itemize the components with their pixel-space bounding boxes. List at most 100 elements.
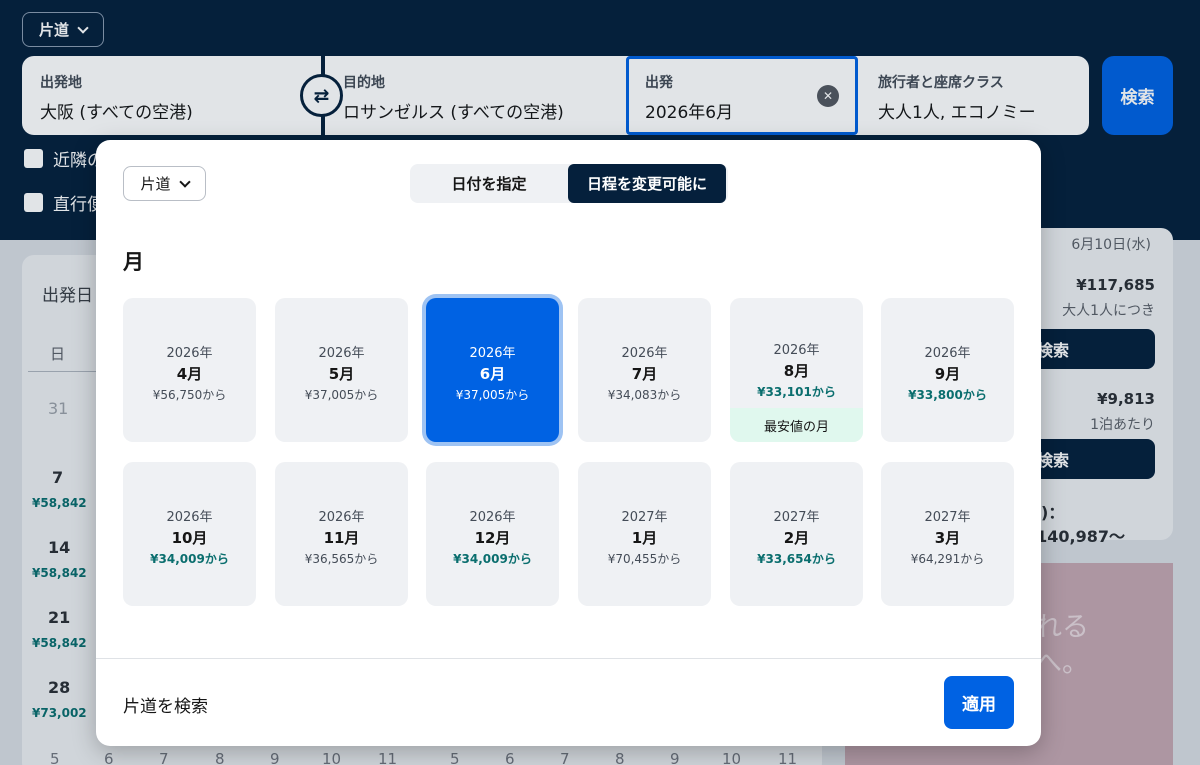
depart-label: 出発 [645,75,673,91]
month-name: 2月 [783,529,810,547]
banner-text: れる [1035,612,1089,643]
divider [96,658,1041,659]
per-night-label: 1泊あたり [1090,417,1155,433]
hotel-price: ¥9,813 [1097,390,1155,408]
summary-date: 6月10日(水) [1071,237,1151,253]
travellers-value: 大人1人, エコノミー [878,103,1036,123]
origin-value: 大阪 (すべての空港) [40,103,193,123]
search-button[interactable]: 検索 [1102,56,1173,135]
calendar-price: ¥73,002 [32,706,87,720]
month-year: 2026年 [469,346,516,361]
month-option[interactable]: 2026年 10月 ¥34,009から [123,462,256,606]
calendar-day: 7 [560,750,570,765]
month-price: ¥33,654から [757,552,836,566]
direct-only-option[interactable]: 直行便 [24,190,104,215]
clear-icon[interactable]: ✕ [817,85,839,107]
month-price: ¥34,083から [607,388,682,402]
travellers-field[interactable]: 旅行者と座席クラス 大人1人, エコノミー [860,56,1089,135]
month-name: 6月 [479,365,506,383]
banner-text: へ。 [1035,648,1089,679]
calendar-day: 10 [722,750,742,765]
month-option[interactable]: 2027年 2月 ¥33,654から [730,462,863,606]
calendar-day: 8 [615,750,625,765]
month-name: 5月 [328,365,355,383]
cheapest-month-badge: 最安値の月 [730,408,863,442]
depart-value: 2026年6月 [645,103,734,123]
month-option[interactable]: 2026年 9月 ¥33,800から [881,298,1014,442]
month-name: 1月 [631,529,658,547]
flight-price: ¥117,685 [1076,276,1155,294]
section-title: 月 [123,250,144,274]
calendar-price: ¥58,842 [32,636,87,650]
chevron-down-icon [178,175,191,188]
calendar-day[interactable]: 28 [48,678,70,697]
price-summary-panel: 6月10日(水) ¥117,685 大人1人につき 検索 ¥9,813 1泊あた… [1025,228,1173,546]
calendar-day: 6 [104,750,114,765]
month-name: 7月 [631,365,658,383]
month-year: 2026年 [318,510,365,525]
month-option[interactable]: 2027年 1月 ¥70,455から [578,462,711,606]
month-option[interactable]: 2026年 12月 ¥34,009から [426,462,559,606]
month-name: 12月 [474,529,511,547]
calendar-day: 5 [50,750,60,765]
tab-specific-dates[interactable]: 日付を指定 [410,164,568,203]
date-picker-modal: 片道 日付を指定 日程を変更可能に 月 片道を検索 適用 2026年 4月 ¥56,… [96,140,1041,746]
destination-field[interactable]: 目的地 ロサンゼルス (すべての空港) [325,56,625,135]
flight-search-button[interactable]: 検索 [1025,329,1155,369]
month-name: 10月 [171,529,208,547]
calendar-day: 9 [270,750,280,765]
month-option[interactable]: 2026年 7月 ¥34,083から [578,298,711,442]
nearby-airports-option[interactable]: 近隣の [24,146,104,171]
calendar-day[interactable]: 31 [48,399,68,418]
origin-field[interactable]: 出発地 大阪 (すべての空港) [22,56,321,135]
month-option[interactable]: 2026年 11月 ¥36,565から [275,462,408,606]
calendar-day: 6 [505,750,515,765]
tab-flexible-dates[interactable]: 日程を変更可能に [568,164,726,203]
month-option[interactable]: 2026年 5月 ¥37,005から [275,298,408,442]
calendar-day: 5 [450,750,460,765]
calendar-day[interactable]: 14 [48,538,70,557]
nearby-airports-checkbox[interactable] [24,149,43,168]
calendar-day: 11 [378,750,398,765]
month-year: 2026年 [318,346,365,361]
month-price: ¥34,009から [150,552,229,566]
month-name: 8月 [783,362,810,380]
month-year: 2026年 [773,343,820,358]
calendar-day[interactable]: 7 [52,468,63,487]
month-price: ¥36,565から [304,552,379,566]
month-option[interactable]: 2026年 8月 ¥33,101から最安値の月 [730,298,863,442]
calendar-day[interactable]: 21 [48,608,70,627]
month-price: ¥37,005から [304,388,379,402]
direct-only-checkbox[interactable] [24,193,43,212]
calendar-day: 7 [159,750,169,765]
month-option[interactable]: 2026年 4月 ¥56,750から [123,298,256,442]
destination-value: ロサンゼルス (すべての空港) [343,103,564,123]
month-name: 11月 [323,529,360,547]
trip-type-label: 片道 [39,21,70,39]
total-price: 算)：¥140,987〜 [1025,503,1126,546]
trip-type-dropdown[interactable]: 片道 [22,12,105,47]
month-year: 2026年 [621,346,668,361]
month-option[interactable]: 2027年 3月 ¥64,291から [881,462,1014,606]
month-price: ¥37,005から [455,388,530,402]
month-year: 2026年 [924,346,971,361]
travellers-label: 旅行者と座席クラス [878,75,1004,91]
modal-trip-type-dropdown[interactable]: 片道 [123,166,206,201]
footer-text: 片道を検索 [123,697,208,717]
apply-button[interactable]: 適用 [944,676,1014,729]
month-price: ¥34,009から [453,552,532,566]
month-price: ¥70,455から [607,552,682,566]
weekday-label: 日 [50,345,66,363]
month-price: ¥56,750から [152,388,227,402]
origin-label: 出発地 [40,75,82,91]
calendar-price: ¥58,842 [32,566,87,580]
month-price: ¥33,101から [757,385,836,399]
date-mode-toggle: 日付を指定 日程を変更可能に [410,164,728,203]
month-option[interactable]: 2026年 6月 ¥37,005から [426,298,559,442]
depart-field[interactable]: 出発 2026年6月 ✕ [626,56,858,135]
calendar-day: 11 [778,750,798,765]
month-year: 2027年 [621,510,668,525]
hotel-search-button[interactable]: 検索 [1025,439,1155,479]
month-name: 4月 [176,365,203,383]
calendar-day: 8 [215,750,225,765]
